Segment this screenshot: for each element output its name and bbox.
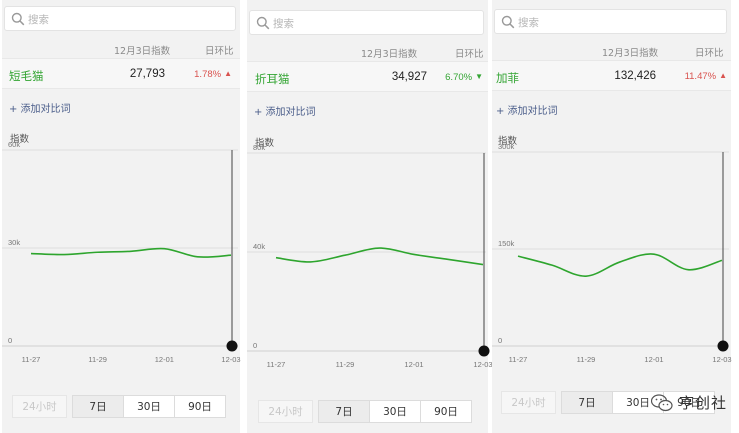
keyword-name[interactable]: 加菲 [496, 70, 519, 86]
trend-panel-3: 搜索 12月3日指数 日环比 加菲 132,426 11.47% ▲ + 添加对比… [492, 0, 732, 433]
arrow-up-icon: ▲ [224, 69, 232, 78]
header-change: 日环比 [695, 48, 724, 59]
range-button-30d[interactable]: 30日 [369, 400, 421, 423]
range-button-7d[interactable]: 7日 [72, 395, 124, 418]
range-button-90d[interactable]: 90日 [174, 395, 226, 418]
x-tick-label: 11-29 [577, 355, 596, 364]
search-box[interactable]: 搜索 [494, 9, 727, 34]
trend-chart: 300k 150k 0 11-27 11-29 12-01 12-03 [492, 142, 732, 364]
search-box[interactable]: 搜索 [249, 10, 484, 35]
day-change: 11.47% ▲ [672, 71, 727, 82]
search-icon [501, 15, 515, 29]
x-tick-label: 12-01 [644, 355, 663, 364]
header-date: 12月3日指数 [361, 49, 418, 60]
y-tick-label: 60k [8, 140, 20, 149]
index-value: 34,927 [391, 71, 427, 83]
header-date: 12月3日指数 [114, 46, 171, 57]
trend-panel-1: 搜索 12月3日指数 日环比 短毛猫 27,793 1.78% ▲ + 添加对比词… [2, 0, 241, 433]
series-line [30, 247, 232, 258]
range-button-7d[interactable]: 7日 [318, 400, 370, 423]
header-change: 日环比 [455, 49, 484, 60]
add-compare-link[interactable]: + 添加对比词 [254, 103, 316, 118]
range-button-24h: 24小时 [501, 391, 556, 414]
arrow-down-icon: ▼ [475, 72, 483, 81]
series-line [517, 253, 723, 277]
y-tick-label: 0 [253, 341, 257, 350]
trend-chart: 60k 30k 0 11-27 11-29 12-01 12-03 [2, 140, 241, 364]
range-button-7d[interactable]: 7日 [561, 391, 613, 414]
y-tick-label: 80k [253, 143, 265, 152]
arrow-up-icon: ▲ [719, 71, 727, 80]
range-handle-knob[interactable] [226, 340, 238, 352]
y-tick-label: 30k [8, 238, 20, 247]
wechat-icon [650, 393, 673, 411]
x-tick-label: 11-27 [22, 355, 41, 364]
day-change-value: 6.70% [445, 72, 473, 83]
x-tick-label: 12-01 [404, 360, 423, 369]
day-change-value: 1.78% [194, 69, 222, 80]
keyword-name[interactable]: 短毛猫 [9, 68, 44, 84]
range-selector: 24小时 7日 30日 90日 [258, 400, 472, 423]
x-tick-label: 11-27 [267, 360, 286, 369]
search-placeholder: 搜索 [518, 17, 539, 29]
add-compare-link[interactable]: + 添加对比词 [9, 100, 71, 115]
search-icon [256, 16, 270, 30]
day-change: 6.70% ▼ [433, 72, 483, 83]
range-button-24h: 24小时 [12, 395, 67, 418]
search-placeholder: 搜索 [273, 18, 294, 30]
y-tick-label: 40k [253, 242, 265, 251]
x-tick-label: 12-01 [155, 355, 174, 364]
add-compare-link[interactable]: + 添加对比词 [496, 102, 558, 117]
x-tick-label: 11-29 [88, 355, 107, 364]
index-value: 132,426 [614, 70, 656, 82]
keyword-name[interactable]: 折耳猫 [255, 71, 290, 87]
day-change-value: 11.47% [684, 71, 717, 82]
header-change: 日环比 [205, 46, 234, 57]
watermark-text: 亨创社 [678, 394, 727, 412]
watermark: 亨创社 [650, 392, 727, 413]
series-line [275, 247, 484, 266]
x-tick-label: 11-29 [336, 360, 355, 369]
search-placeholder: 搜索 [28, 14, 49, 26]
x-tick-label: 12-03 [473, 360, 492, 369]
header-date: 12月3日指数 [602, 48, 659, 59]
y-tick-label: 0 [8, 336, 12, 345]
range-button-24h: 24小时 [258, 400, 313, 423]
y-tick-label: 0 [498, 336, 502, 345]
range-handle-knob[interactable] [478, 345, 490, 357]
range-handle-knob[interactable] [717, 340, 729, 352]
index-value: 27,793 [129, 68, 165, 80]
range-button-90d[interactable]: 90日 [420, 400, 472, 423]
range-button-30d[interactable]: 30日 [123, 395, 175, 418]
range-selector: 24小时 7日 30日 90日 [12, 395, 226, 418]
x-tick-label: 12-03 [221, 355, 240, 364]
trend-chart: 80k 40k 0 11-27 11-29 12-01 12-03 [247, 143, 493, 369]
y-tick-label: 150k [498, 239, 515, 248]
search-icon [11, 12, 25, 26]
y-tick-label: 300k [498, 142, 515, 151]
trend-panel-2: 搜索 12月3日指数 日环比 折耳猫 34,927 6.70% ▼ + 添加对比词… [247, 0, 493, 433]
search-box[interactable]: 搜索 [4, 6, 236, 31]
x-tick-label: 12-03 [712, 355, 731, 364]
day-change: 1.78% ▲ [182, 69, 232, 80]
x-tick-label: 11-27 [509, 355, 528, 364]
